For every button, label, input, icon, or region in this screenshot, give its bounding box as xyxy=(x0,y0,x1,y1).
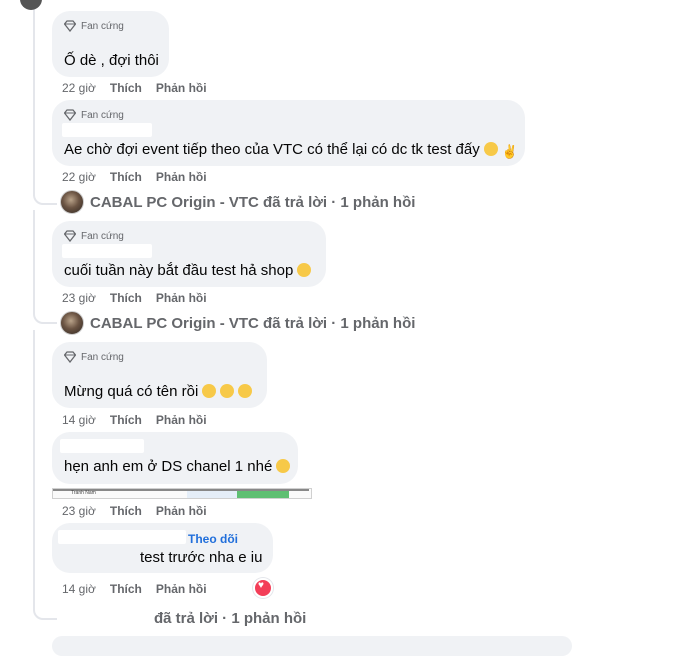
view-replies-link[interactable]: CABAL PC Origin - VTC đã trả lời · 1 phả… xyxy=(60,311,415,335)
comment-actions: 14 giờ Thích Phản hồi xyxy=(62,582,207,596)
timestamp[interactable]: 23 giờ xyxy=(62,291,96,305)
comment-bubble: hẹn anh em ở DS chanel 1 nhé xyxy=(52,432,298,484)
reply-button[interactable]: Phản hồi xyxy=(156,81,207,95)
grinning-emoji xyxy=(483,142,498,156)
attachment-text: Tránh Nam xyxy=(71,490,96,496)
reply-button[interactable]: Phản hồi xyxy=(156,582,207,596)
comment-actions: 14 giờ Thích Phản hồi xyxy=(62,413,207,427)
comment-text: cuối tuần này bắt đầu test hả shop xyxy=(64,262,312,279)
author-name[interactable] xyxy=(60,439,144,453)
page-avatar xyxy=(60,311,84,335)
like-button[interactable]: Thích xyxy=(110,582,142,596)
diamond-icon xyxy=(64,20,76,32)
comment-text: test trước nha e iu xyxy=(140,549,263,566)
badge-label: Fan cứng xyxy=(81,109,124,121)
comment-bubble: Theo dõi test trước nha e iu xyxy=(52,523,273,573)
author-name[interactable] xyxy=(58,530,186,544)
timestamp[interactable]: 23 giờ xyxy=(62,504,96,518)
thread-line xyxy=(33,210,35,314)
reply-button[interactable]: Phản hồi xyxy=(156,170,207,184)
timestamp[interactable]: 14 giờ xyxy=(62,582,96,596)
follow-button[interactable]: Theo dõi xyxy=(188,532,238,546)
diamond-icon xyxy=(64,351,76,363)
timestamp[interactable]: 22 giờ xyxy=(62,170,96,184)
like-button[interactable]: Thích xyxy=(110,291,142,305)
comment-bubble xyxy=(52,636,572,656)
fan-badge: Fan cứng xyxy=(64,20,124,32)
pleading-emoji xyxy=(220,384,235,398)
like-button[interactable]: Thích xyxy=(110,170,142,184)
comment-text: hẹn anh em ở DS chanel 1 nhé xyxy=(64,458,291,475)
fan-badge: Fan cứng xyxy=(64,109,124,121)
view-replies-link[interactable]: CABAL PC Origin - VTC đã trả lời · 1 phả… xyxy=(60,190,415,214)
thread-elbow xyxy=(33,308,57,324)
pleading-emoji xyxy=(202,384,217,398)
comment-text: Ố dè , đợi thôi xyxy=(64,52,159,69)
comment-bubble: Fan cứng cuối tuần này bắt đầu test hả s… xyxy=(52,221,326,287)
like-button[interactable]: Thích xyxy=(110,413,142,427)
timestamp[interactable]: 22 giờ xyxy=(62,81,96,95)
diamond-icon xyxy=(64,109,76,121)
author-name[interactable] xyxy=(62,123,152,137)
ok-hand-emoji: ✌ xyxy=(501,144,518,159)
comment-actions: 23 giờ Thích Phản hồi xyxy=(62,291,207,305)
badge-label: Fan cứng xyxy=(81,351,124,363)
fan-badge: Fan cứng xyxy=(64,230,124,242)
replies-label: đã trả lời · 1 phản hồi xyxy=(154,610,307,627)
reply-button[interactable]: Phản hồi xyxy=(156,291,207,305)
reply-button[interactable]: Phản hồi xyxy=(156,413,207,427)
thread-elbow xyxy=(33,604,57,620)
replies-label: CABAL PC Origin - VTC đã trả lời · 1 phả… xyxy=(90,314,416,332)
comment-text: Ae chờ đợi event tiếp theo của VTC có th… xyxy=(64,141,518,159)
pleading-emoji xyxy=(238,384,253,398)
replies-label: CABAL PC Origin - VTC đã trả lời · 1 phả… xyxy=(90,193,416,211)
badge-label: Fan cứng xyxy=(81,20,124,32)
comment-text: Mừng quá có tên rồi xyxy=(64,383,253,400)
laughing-emoji xyxy=(276,459,291,473)
image-attachment[interactable]: Tránh Nam xyxy=(52,488,312,499)
page-avatar xyxy=(60,190,84,214)
fan-badge: Fan cứng xyxy=(64,351,124,363)
badge-label: Fan cứng xyxy=(81,230,124,242)
comment-actions: 23 giờ Thích Phản hồi xyxy=(62,504,207,518)
timestamp[interactable]: 14 giờ xyxy=(62,413,96,427)
author-name[interactable] xyxy=(62,244,152,258)
comment-actions: 22 giờ Thích Phản hồi xyxy=(62,170,207,184)
reply-button[interactable]: Phản hồi xyxy=(156,504,207,518)
comment-bubble: Fan cứng Ố dè , đợi thôi xyxy=(52,11,169,77)
comment-bubble: Fan cứng Mừng quá có tên rồi xyxy=(52,342,267,408)
surprised-emoji xyxy=(297,263,312,277)
comment-actions: 22 giờ Thích Phản hồi xyxy=(62,81,207,95)
thread-line xyxy=(33,330,35,610)
comment-bubble: Fan cứng Ae chờ đợi event tiếp theo của … xyxy=(52,100,525,166)
avatar[interactable] xyxy=(20,0,42,10)
heart-reaction-icon[interactable]: ♥ xyxy=(253,578,273,598)
thread-line xyxy=(33,0,35,196)
thread-elbow xyxy=(33,189,57,205)
like-button[interactable]: Thích xyxy=(110,81,142,95)
view-replies-link[interactable]: đã trả lời · 1 phản hồi xyxy=(154,610,306,627)
like-button[interactable]: Thích xyxy=(110,504,142,518)
diamond-icon xyxy=(64,230,76,242)
